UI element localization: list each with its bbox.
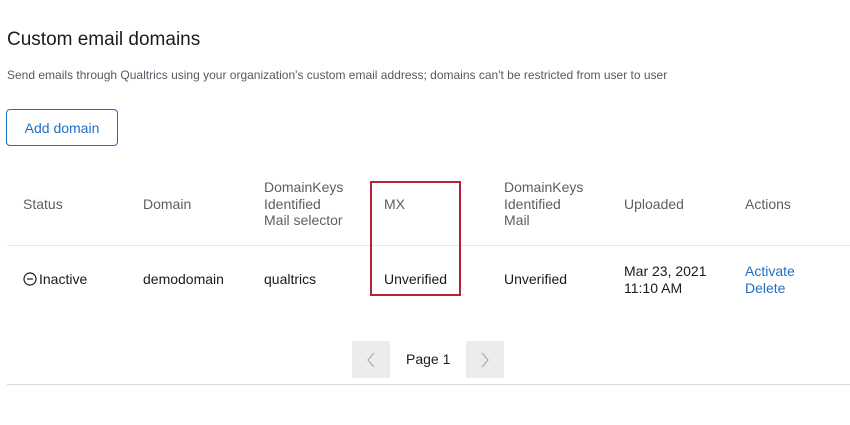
minus-circle-icon xyxy=(23,272,37,286)
column-header-line: Mail selector xyxy=(264,212,343,228)
column-header-line: Identified xyxy=(504,195,561,212)
column-header-line: Mail xyxy=(504,212,530,228)
footer-divider xyxy=(7,384,850,385)
column-header-domain: Domain xyxy=(143,196,192,212)
previous-page-button[interactable] xyxy=(352,341,390,378)
column-header-dkim-selector: DomainKeys Identified Mail selector xyxy=(264,179,343,229)
page-title: Custom email domains xyxy=(7,29,201,50)
activate-link[interactable]: Activate xyxy=(745,263,795,279)
column-header-dkim: DomainKeys Identified Mail xyxy=(504,179,583,229)
next-page-button[interactable] xyxy=(466,341,504,378)
chevron-left-icon xyxy=(367,352,375,367)
add-domain-button[interactable]: Add domain xyxy=(6,109,118,146)
column-header-status: Status xyxy=(23,196,63,212)
page-subtitle: Send emails through Qualtrics using your… xyxy=(7,68,668,82)
uploaded-time: 11:10 AM xyxy=(624,280,683,296)
column-header-line: DomainKeys xyxy=(264,179,344,195)
column-header-actions: Actions xyxy=(745,196,791,212)
column-header-uploaded: Uploaded xyxy=(624,196,684,212)
chevron-right-icon xyxy=(481,352,489,367)
delete-link[interactable]: Delete xyxy=(745,280,785,296)
uploaded-cell: Mar 23, 2021 11:10 AM xyxy=(624,263,707,297)
custom-email-domains-page: Custom email domains Send emails through… xyxy=(0,0,850,425)
mx-column-highlight xyxy=(370,181,461,296)
dkim-cell: Unverified xyxy=(504,271,568,287)
status-label: Inactive xyxy=(39,271,88,287)
column-header-line: DomainKeys xyxy=(504,179,584,195)
uploaded-date: Mar 23, 2021 xyxy=(624,263,707,279)
dkim-selector-cell: qualtrics xyxy=(264,271,317,287)
status-cell: Inactive xyxy=(23,271,87,287)
page-indicator: Page 1 xyxy=(406,351,451,367)
column-header-line: Identified xyxy=(264,195,321,212)
domain-cell: demodomain xyxy=(143,271,224,287)
